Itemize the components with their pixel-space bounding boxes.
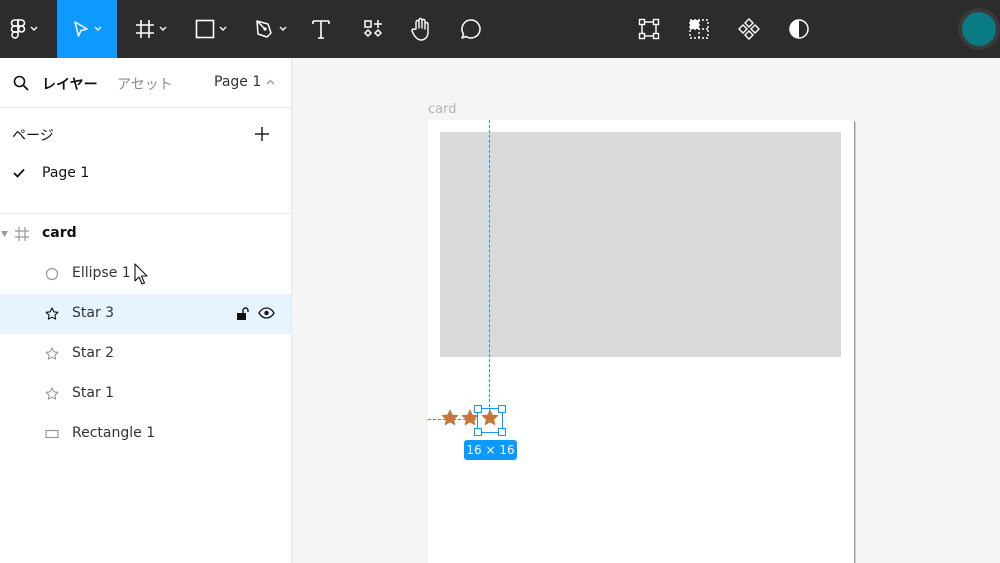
rectangle-icon (195, 19, 215, 39)
resize-handle[interactable] (474, 428, 482, 436)
hand-icon (411, 17, 429, 41)
hand-tool-button[interactable] (406, 0, 436, 58)
page-selector-label: Page 1 (214, 74, 262, 90)
star-icon (45, 307, 59, 320)
chevron-down-icon (94, 26, 102, 31)
text-tool-button[interactable] (306, 0, 336, 58)
layer-label: Ellipse 1 (72, 265, 131, 281)
avatar-circle (962, 12, 996, 46)
page-selector[interactable]: Page 1 (214, 74, 275, 90)
frame-label[interactable]: card (428, 102, 456, 117)
layer-star-3[interactable]: Star 3 (0, 294, 291, 334)
pages-title: ページ (12, 128, 54, 144)
star-1[interactable] (440, 408, 460, 428)
layer-star-1[interactable]: Star 1 (0, 374, 291, 414)
card-frame[interactable] (428, 120, 854, 563)
chevron-down-icon (30, 26, 38, 31)
check-icon (13, 168, 25, 178)
resources-icon (363, 20, 383, 38)
component-icon (738, 18, 760, 40)
mouse-pointer-icon (134, 263, 148, 285)
resources-button[interactable] (358, 0, 388, 58)
edit-object-button[interactable] (634, 0, 664, 58)
transform-icon (638, 18, 660, 40)
cursor-arrow-icon (74, 21, 88, 37)
caret-down-icon (1, 231, 8, 237)
layer-rectangle-1[interactable]: Rectangle 1 (0, 414, 291, 454)
plus-icon[interactable] (252, 124, 272, 144)
size-badge: 16 × 16 (464, 440, 517, 460)
frame-tool-button[interactable] (126, 0, 176, 58)
pen-tool-button[interactable] (246, 0, 296, 58)
selection-box[interactable] (474, 405, 506, 436)
eye-icon[interactable] (258, 307, 275, 319)
unlock-icon[interactable] (236, 306, 250, 321)
mask-grid-icon (689, 19, 709, 39)
text-icon (312, 20, 330, 39)
panel-header: レイヤー アセット Page 1 (0, 58, 292, 108)
layer-label: Star 1 (72, 385, 115, 401)
toolbar (0, 0, 1000, 58)
canvas[interactable]: card 16 × 16 (293, 58, 1000, 563)
shape-tool-button[interactable] (186, 0, 236, 58)
comment-icon (461, 19, 481, 39)
layer-card[interactable]: card (0, 214, 291, 254)
layer-label: Rectangle 1 (72, 425, 156, 441)
tab-assets[interactable]: アセット (117, 74, 173, 94)
comment-tool-button[interactable] (456, 0, 486, 58)
move-tool-button[interactable] (57, 0, 117, 58)
chevron-down-icon (279, 26, 287, 31)
page-item-label: Page 1 (42, 165, 90, 181)
star-icon (45, 387, 59, 400)
contrast-button[interactable] (784, 0, 814, 58)
resize-handle[interactable] (498, 405, 506, 413)
chevron-up-icon (266, 79, 275, 85)
star-icon (45, 347, 59, 360)
resize-handle[interactable] (498, 428, 506, 436)
figma-logo-icon (10, 19, 26, 39)
ellipse-icon (45, 267, 59, 281)
avatar[interactable] (958, 8, 1000, 50)
mask-button[interactable] (684, 0, 714, 58)
pen-icon (256, 20, 272, 38)
pages-section: ページ Page 1 (0, 108, 292, 214)
left-panel: レイヤー アセット Page 1 ページ Page 1 card Ellipse… (0, 58, 292, 563)
page-item[interactable]: Page 1 (0, 158, 292, 190)
layer-label: Star 3 (72, 305, 115, 321)
smart-guide-vertical (489, 120, 490, 417)
rectangle-icon (45, 429, 59, 439)
frame-hash-icon (15, 227, 29, 241)
rectangle-1[interactable] (440, 132, 841, 357)
half-circle-icon (789, 19, 809, 39)
component-button[interactable] (734, 0, 764, 58)
main-menu-button[interactable] (0, 0, 48, 58)
tab-layers[interactable]: レイヤー (42, 74, 98, 94)
search-icon[interactable] (13, 75, 29, 91)
layer-label: card (42, 225, 77, 241)
chevron-down-icon (159, 26, 167, 31)
resize-handle[interactable] (474, 405, 482, 413)
chevron-down-icon (219, 26, 227, 31)
layer-star-2[interactable]: Star 2 (0, 334, 291, 374)
layer-label: Star 2 (72, 345, 115, 361)
frame-hash-icon (136, 20, 154, 38)
